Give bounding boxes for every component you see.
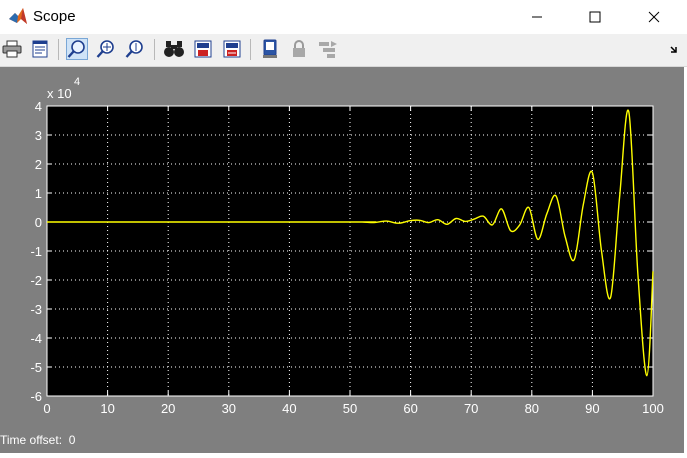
- minimize-icon: [532, 16, 542, 18]
- bottom-strip: [0, 453, 687, 457]
- y-tick-label: 1: [35, 186, 42, 201]
- autoscale-button[interactable]: [163, 38, 185, 60]
- printer-icon: [2, 40, 22, 58]
- x-tick-label: 0: [43, 401, 50, 416]
- y-tick-label: -2: [30, 273, 42, 288]
- close-button[interactable]: [631, 0, 677, 34]
- scope-plot[interactable]: 0 10 20 30 40 50 60 70 80 90 10043210-1-2-3-4-5-6x…: [0, 67, 684, 453]
- time-offset-label: Time offset:: [0, 433, 63, 447]
- print-button[interactable]: [1, 38, 23, 60]
- y-tick-label: -5: [30, 360, 42, 375]
- x-tick-label: 40: [282, 401, 296, 416]
- window-title: Scope: [33, 8, 76, 25]
- signal-selection-button[interactable]: [317, 38, 339, 60]
- chevron-icon: [670, 46, 677, 53]
- zoom-y-button[interactable]: [124, 38, 146, 60]
- zoom-x-button[interactable]: [95, 38, 117, 60]
- lock-icon: [293, 40, 305, 57]
- y-tick-label: 3: [35, 128, 42, 143]
- y-tick-label: -4: [30, 331, 42, 346]
- time-offset-value: 0: [68, 433, 76, 447]
- y-tick-label: 0: [35, 215, 42, 230]
- toolbar-separator: [154, 39, 155, 60]
- y-tick-label: -3: [30, 302, 42, 317]
- zoom-y-icon: [125, 40, 143, 58]
- scope-figure: 0 10 20 30 40 50 60 70 80 90 100 4 3 2 1 0 -1 -2 -3 -4 -5 -6 x…: [0, 67, 684, 453]
- x-tick-label: 90: [585, 401, 599, 416]
- floating-scope-icon: [263, 39, 277, 58]
- x-tick-label: 10: [100, 401, 114, 416]
- x-tick-label: 70: [464, 401, 478, 416]
- parameters-icon: [32, 40, 48, 58]
- floating-scope-button[interactable]: [259, 38, 281, 60]
- toolbar: [0, 34, 687, 67]
- y-tick-label: 4: [35, 99, 42, 114]
- parameters-button[interactable]: [29, 38, 51, 60]
- toolbar-separator: [250, 39, 251, 60]
- y-tick-label: 2: [35, 157, 42, 172]
- save-axes-icon: [194, 40, 212, 58]
- close-icon: [648, 11, 660, 23]
- x-tick-label: 60: [403, 401, 417, 416]
- signal-selection-icon: [319, 41, 337, 58]
- restore-axes-icon: [223, 40, 241, 58]
- lock-axes-button[interactable]: [288, 38, 310, 60]
- maximize-button[interactable]: [572, 0, 618, 34]
- zoom-x-icon: [96, 40, 114, 58]
- zoom-button[interactable]: [66, 38, 88, 60]
- y-tick-label: -1: [30, 244, 42, 259]
- minimize-button[interactable]: [514, 0, 560, 34]
- x-tick-label: 50: [343, 401, 357, 416]
- y-tick-label: -6: [30, 389, 42, 404]
- time-offset-status: Time offset: 0: [0, 433, 75, 447]
- maximize-icon: [589, 11, 601, 23]
- toolbar-overflow-button[interactable]: [663, 38, 685, 60]
- zoom-icon: [67, 40, 85, 58]
- axis-exponent-label: x 10: [47, 86, 72, 101]
- axis-exponent-power: 4: [74, 76, 80, 88]
- x-tick-label: 80: [525, 401, 539, 416]
- restore-axes-button[interactable]: [221, 38, 243, 60]
- binoculars-icon: [164, 41, 184, 57]
- x-tick-label: 100: [642, 401, 664, 416]
- x-tick-label: 30: [222, 401, 236, 416]
- matlab-icon: [8, 7, 28, 27]
- title-bar: Scope: [0, 0, 687, 34]
- save-axes-button[interactable]: [192, 38, 214, 60]
- x-tick-label: 20: [161, 401, 175, 416]
- toolbar-separator: [58, 39, 59, 60]
